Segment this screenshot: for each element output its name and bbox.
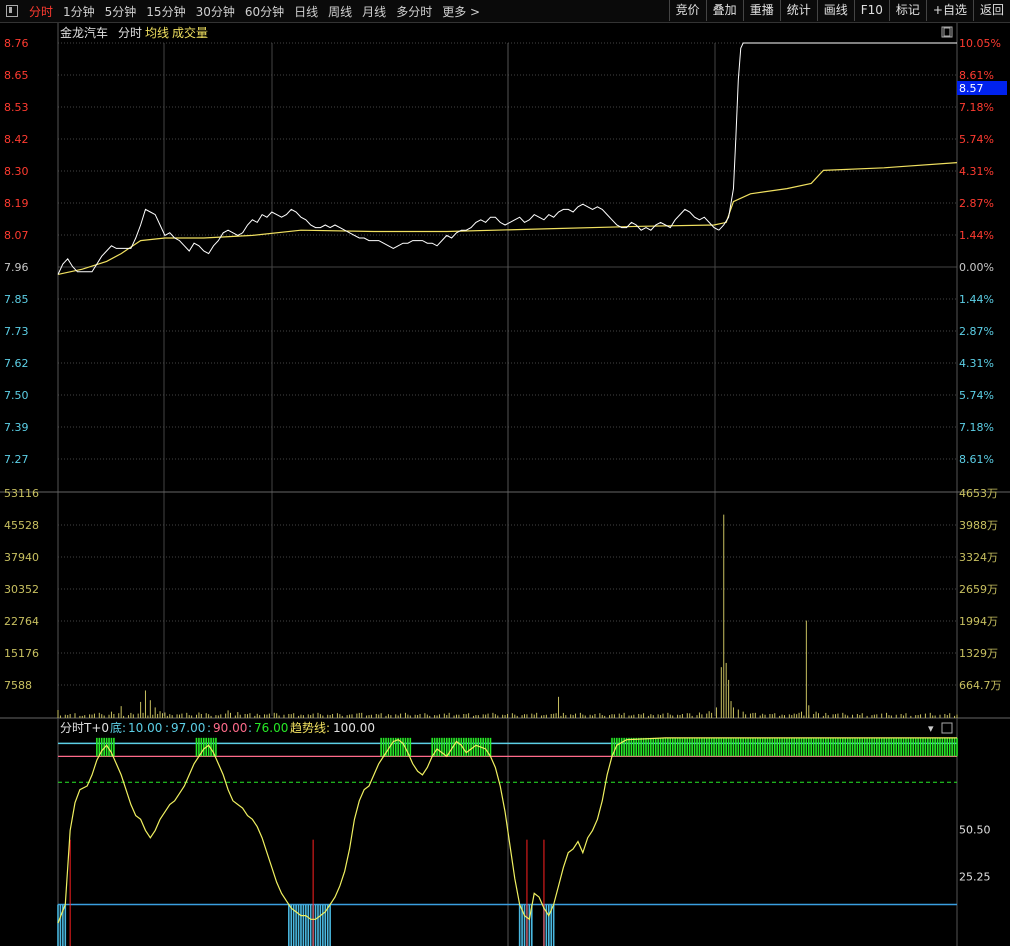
volume-tick-label: 15176 [4,647,39,660]
price-tick-label: 8.76 [4,37,29,50]
volume-tick-label: 37940 [4,551,39,564]
indicator-param-green: 76.00 [254,721,288,735]
stock-name: 金龙汽车 [60,25,108,40]
volume-tick-label: 30352 [4,583,39,596]
price-tick-label: 7.27 [4,453,29,466]
indicator-dropdown-icon[interactable]: ▾ [928,722,934,735]
price-tick-label: 7.96 [4,261,29,274]
pct-tick-label: 1.44% [959,229,994,242]
amount-tick-label: 2659万 [959,583,998,596]
indicator-name: 分时T+0 [60,721,109,735]
tool-button-5[interactable]: F10 [853,0,889,21]
period-tab-8[interactable]: 月线 [357,3,391,20]
chart-background [0,23,1010,946]
volume-legend: 成交量 [172,25,208,40]
volume-tick-label: 45528 [4,519,39,532]
indicator-separator: : [165,721,169,735]
volume-tick-label: 53116 [4,487,39,500]
pct-tick-label: 5.74% [959,389,994,402]
indicator-trend-label: 趋势线: [290,721,330,735]
amount-tick-label: 4653万 [959,487,998,500]
price-tick-label: 8.07 [4,229,29,242]
tool-button-6[interactable]: 标记 [888,0,926,21]
price-tick-label: 7.85 [4,293,29,306]
tool-button-3[interactable]: 统计 [779,0,817,21]
indicator-bottom-label: 底: [110,720,126,735]
price-tick-label: 8.65 [4,69,29,82]
pct-tick-label: 2.87% [959,325,994,338]
tool-button-8[interactable]: 返回 [972,0,1010,21]
period-tab-3[interactable]: 15分钟 [141,3,190,20]
indicator-tick-label: 50.50 [959,824,991,837]
mode-label: 分时 [118,26,142,40]
indicator-param-red: 90.00 [213,721,247,735]
avg-line-legend: 均线 [145,26,169,40]
indicator-param-bottom: 10.00 [128,721,162,735]
pct-tick-label: 2.87% [959,197,994,210]
volume-tick-label: 22764 [4,615,39,628]
pct-tick-label: 1.44% [959,293,994,306]
pct-tick-label: 7.18% [959,421,994,434]
pct-tick-label: 4.31% [959,357,994,370]
last-price-label: 8.57 [959,82,984,95]
amount-tick-label: 3324万 [959,551,998,564]
tool-buttons: 竞价 叠加 重播 统计 画线 F10 标记 +自选 返回 [668,0,1010,22]
pct-tick-label: 7.18% [959,101,994,114]
indicator-trend-value: 100.00 [333,721,375,735]
price-tick-label: 7.62 [4,357,29,370]
price-tick-label: 7.73 [4,325,29,338]
amount-tick-label: 1994万 [959,615,998,628]
top-toolbar: 分时 1分钟 5分钟 15分钟 30分钟 60分钟 日线 周线 月线 多分时 更多 > 竞价 叠加 重播… [0,0,1010,23]
period-tab-6[interactable]: 日线 [289,3,323,20]
period-tab-5[interactable]: 60分钟 [240,3,289,20]
tool-button-7[interactable]: +自选 [925,0,973,21]
price-tick-label: 7.50 [4,389,29,402]
price-tick-label: 7.39 [4,421,29,434]
price-tick-label: 8.42 [4,133,29,146]
tool-button-2[interactable]: 重播 [742,0,780,21]
pct-tick-label: 10.05% [959,37,1001,50]
period-tab-1[interactable]: 1分钟 [58,3,100,20]
volume-tick-label: 7588 [4,679,32,692]
indicator-tick-label: 25.25 [959,870,991,883]
period-tab-4[interactable]: 30分钟 [191,3,240,20]
price-tick-label: 8.19 [4,197,29,210]
pct-tick-label: 8.61% [959,69,994,82]
panel-toggle-icon[interactable] [6,5,18,17]
tool-button-4[interactable]: 画线 [816,0,854,21]
indicator-param-top: 97.00 [171,721,205,735]
pct-tick-label: 4.31% [959,165,994,178]
pct-tick-label: 5.74% [959,133,994,146]
period-tab-9[interactable]: 多分时 [391,3,437,20]
indicator-separator: : [248,721,252,735]
period-tab-2[interactable]: 5分钟 [100,3,142,20]
tool-button-1[interactable]: 叠加 [705,0,743,21]
amount-tick-label: 664.7万 [959,679,1002,692]
price-tick-label: 8.53 [4,101,29,114]
pct-tick-label: 8.61% [959,453,994,466]
tool-button-0[interactable]: 竞价 [668,0,706,21]
price-tick-label: 8.30 [4,165,29,178]
pct-tick-label: 0.00% [959,261,994,274]
period-tabs: 分时 1分钟 5分钟 15分钟 30分钟 60分钟 日线 周线 月线 多分时 更多 > [24,3,485,20]
indicator-separator: : [207,721,211,735]
period-tab-7[interactable]: 周线 [323,3,357,20]
period-tab-0[interactable]: 分时 [24,3,58,20]
period-tab-10[interactable]: 更多 > [437,3,485,20]
intraday-chart: 金龙汽车 分时 均线 成交量 8.76 10.05% 8.65 8.61% 8.53 7.… [0,23,1010,946]
amount-tick-label: 3988万 [959,519,998,532]
amount-tick-label: 1329万 [959,647,998,660]
